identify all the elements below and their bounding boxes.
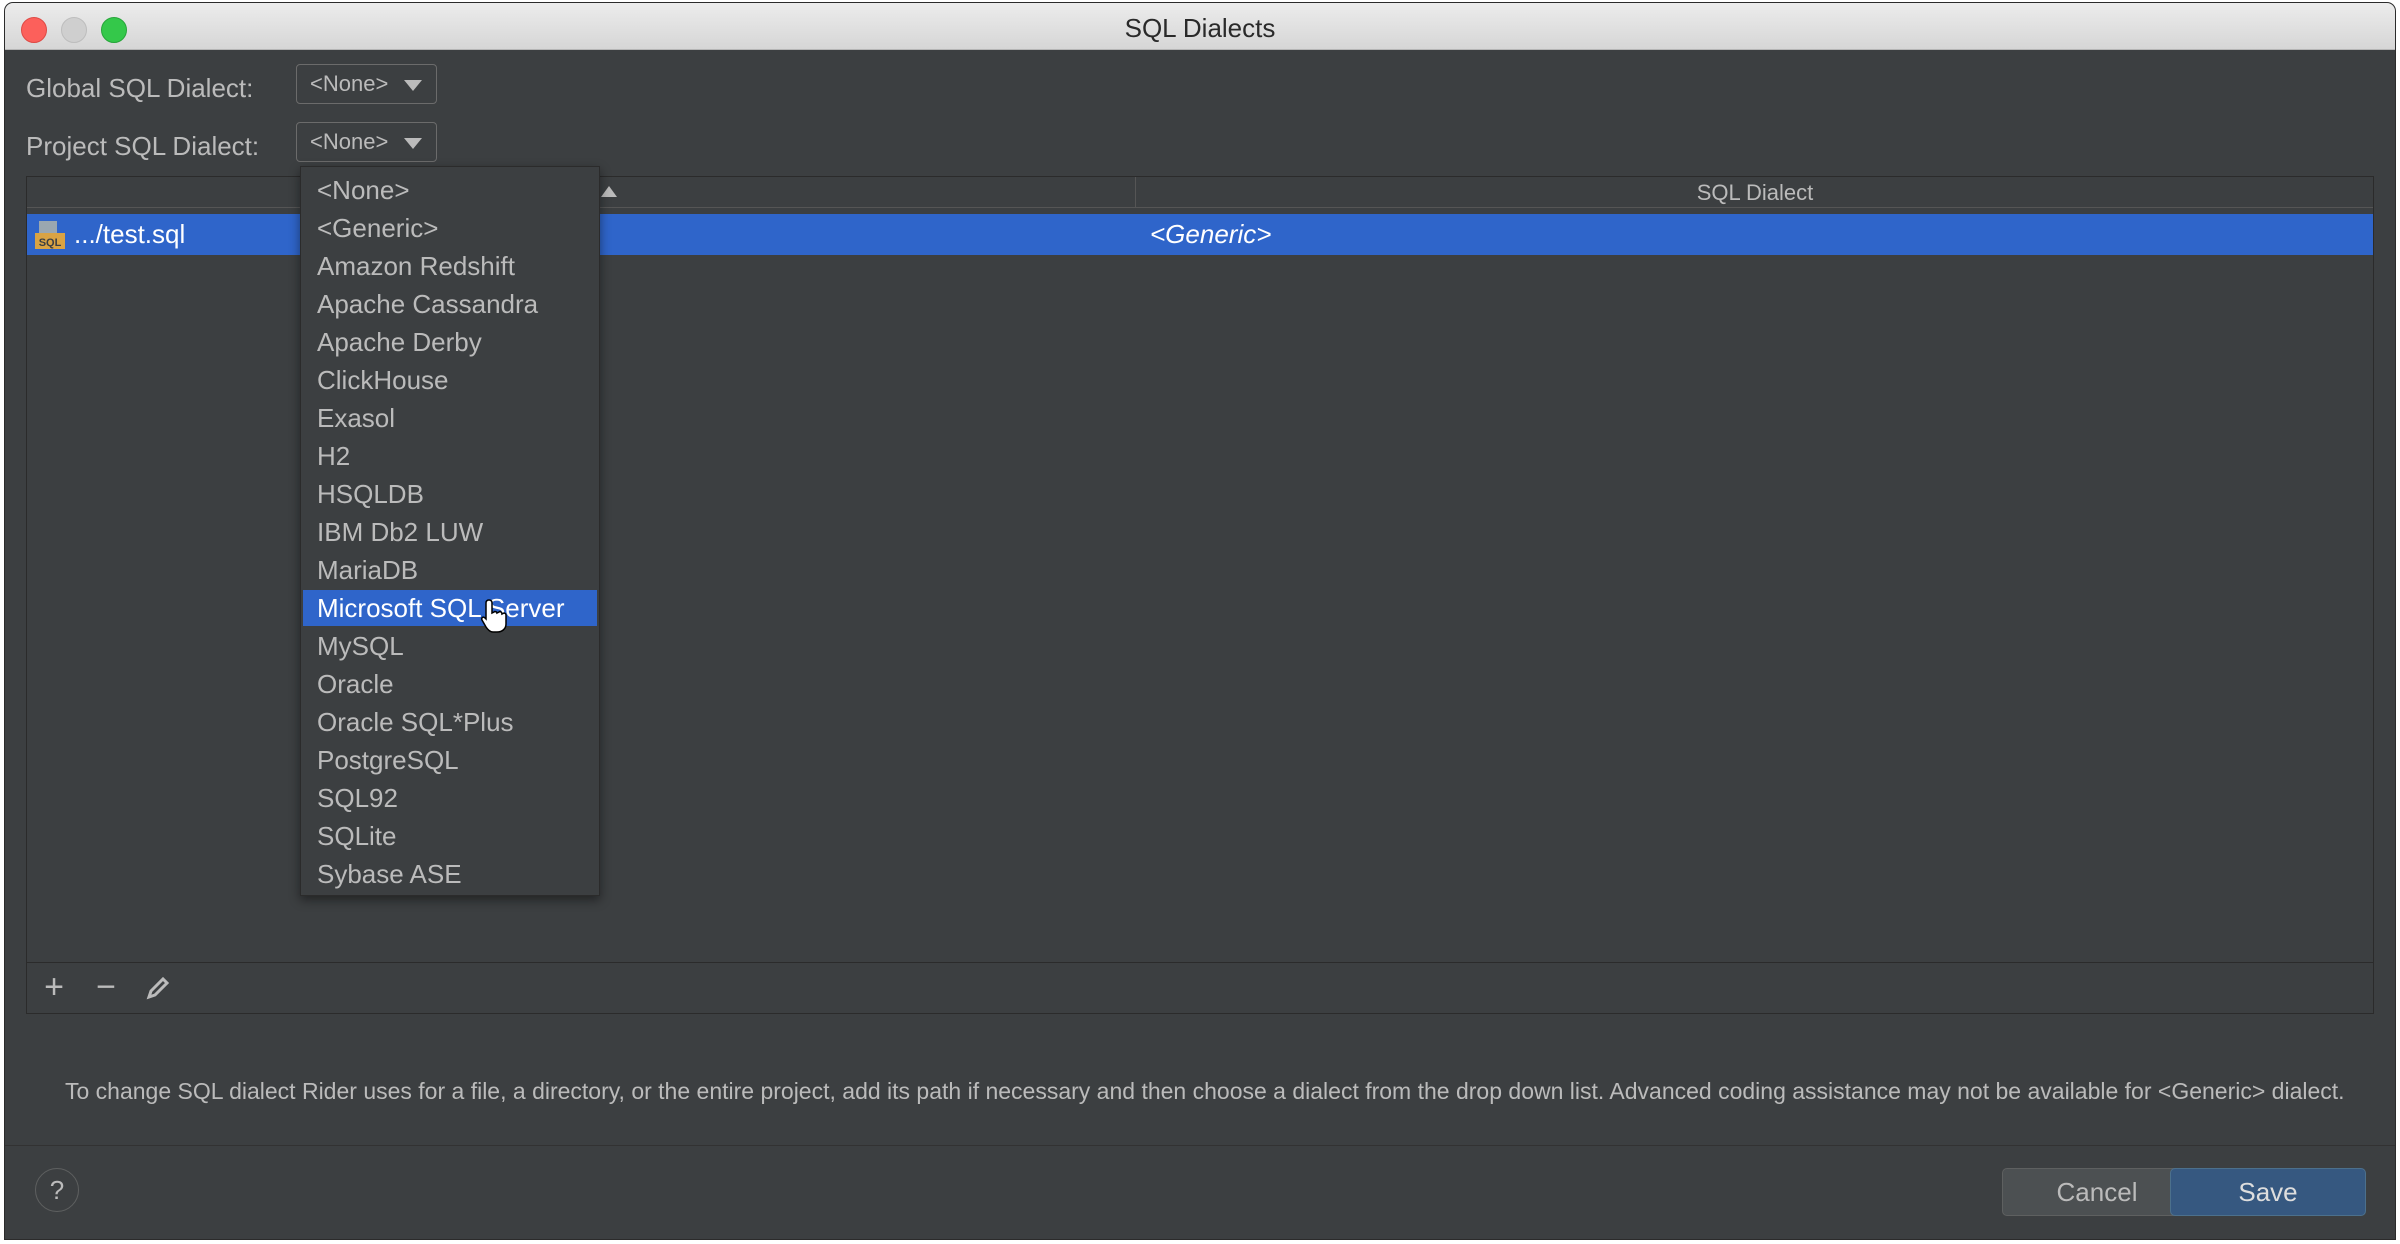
project-dialect-label: Project SQL Dialect:: [26, 131, 260, 161]
dropdown-item-sybase-ase[interactable]: Sybase ASE: [303, 856, 597, 892]
dropdown-item-clickhouse[interactable]: ClickHouse: [303, 362, 597, 398]
add-button[interactable]: +: [37, 970, 71, 1005]
dropdown-item-microsoft-sql-server[interactable]: Microsoft SQL Server: [303, 590, 597, 626]
dropdown-item-oracle[interactable]: Oracle: [303, 666, 597, 702]
dropdown-item-exasol[interactable]: Exasol: [303, 400, 597, 436]
svg-text:SQL: SQL: [39, 237, 62, 249]
dropdown-item-sqlite[interactable]: SQLite: [303, 818, 597, 854]
hand-cursor-icon: [481, 599, 507, 633]
dropdown-item-ibm-db2-luw[interactable]: IBM Db2 LUW: [303, 514, 597, 550]
project-dialect-select[interactable]: <None>: [296, 122, 437, 162]
sql-dialects-dialog: SQL Dialects Global SQL Dialect: <None> …: [5, 3, 2395, 1239]
cancel-button[interactable]: Cancel: [2002, 1168, 2192, 1216]
dropdown-item-generic[interactable]: <Generic>: [303, 210, 597, 246]
window-title: SQL Dialects: [1124, 13, 1276, 43]
dropdown-item-sql92[interactable]: SQL92: [303, 780, 597, 816]
help-button[interactable]: ?: [35, 1168, 79, 1212]
dropdown-item-apache-derby[interactable]: Apache Derby: [303, 324, 597, 360]
save-button[interactable]: Save: [2170, 1168, 2366, 1216]
chevron-down-icon: [404, 138, 422, 149]
global-dialect-value: <None>: [310, 71, 389, 96]
edit-pencil-icon[interactable]: [141, 971, 175, 1005]
divider: [5, 1145, 2395, 1146]
dropdown-item-h2[interactable]: H2: [303, 438, 597, 474]
sql-file-icon: SQL: [35, 221, 65, 249]
dropdown-item-mysql[interactable]: MySQL: [303, 628, 597, 664]
dropdown-item-apache-cassandra[interactable]: Apache Cassandra: [303, 286, 597, 322]
dropdown-item-postgresql[interactable]: PostgreSQL: [303, 742, 597, 778]
column-header-sql-dialect[interactable]: SQL Dialect: [1135, 177, 2375, 207]
dropdown-item-none[interactable]: <None>: [303, 172, 597, 208]
global-dialect-select[interactable]: <None>: [296, 64, 437, 104]
sort-ascending-icon[interactable]: [601, 186, 617, 197]
remove-button[interactable]: −: [89, 970, 123, 1005]
file-path: .../test.sql: [74, 219, 186, 249]
chevron-down-icon: [404, 80, 422, 91]
table-toolbar: + −: [27, 962, 2373, 1013]
dialect-cell[interactable]: <Generic>: [1150, 214, 1271, 255]
dropdown-item-oracle-sqlplus[interactable]: Oracle SQL*Plus: [303, 704, 597, 740]
dropdown-item-hsqldb[interactable]: HSQLDB: [303, 476, 597, 512]
project-dialect-value: <None>: [310, 129, 389, 154]
help-hint-text: To change SQL dialect Rider uses for a f…: [65, 1078, 2345, 1104]
title-bar: SQL Dialects: [5, 3, 2395, 50]
global-dialect-label: Global SQL Dialect:: [26, 73, 254, 103]
dropdown-item-mariadb[interactable]: MariaDB: [303, 552, 597, 588]
dialect-dropdown-list: <None> <Generic> Amazon Redshift Apache …: [300, 166, 600, 896]
dropdown-item-amazon-redshift[interactable]: Amazon Redshift: [303, 248, 597, 284]
